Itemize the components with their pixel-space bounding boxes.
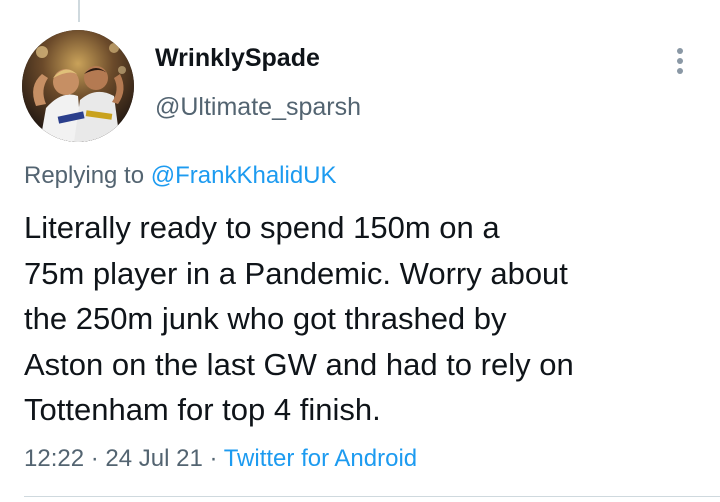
- tweet-source-link[interactable]: Twitter for Android: [224, 445, 417, 472]
- display-name[interactable]: WrinklySpade: [155, 44, 320, 73]
- replying-to-mention-link[interactable]: @FrankKhalidUK: [151, 162, 337, 189]
- meta-separator: ·: [90, 445, 99, 472]
- avatar-photo: [22, 30, 134, 142]
- more-vertical-icon: [677, 48, 683, 74]
- user-handle[interactable]: @Ultimate_sparsh: [155, 93, 361, 122]
- tweet-text-line: Literally ready to spend 150m on a: [24, 210, 500, 245]
- tweet-metadata: 12:22 · 24 Jul 21 · Twitter for Android: [24, 445, 417, 473]
- replying-to-label: Replying to: [24, 162, 145, 189]
- replying-to-line: Replying to @FrankKhalidUK: [24, 162, 337, 190]
- more-options-button[interactable]: [664, 44, 696, 78]
- avatar[interactable]: [22, 30, 134, 142]
- divider: [24, 496, 720, 497]
- tweet-text-line: 75m player in a Pandemic. Worry about: [24, 255, 568, 291]
- tweet-text-line: Tottenham for top 4 finish.: [24, 392, 381, 427]
- tweet-text-line: Aston on the last GW and had to rely on: [24, 346, 574, 382]
- tweet-time[interactable]: 12:22: [24, 445, 84, 472]
- thread-connector-line: [78, 0, 80, 22]
- tweet-date[interactable]: 24 Jul 21: [105, 445, 202, 472]
- tweet-text-line: the 250m junk who got thrashed by: [24, 301, 507, 336]
- tweet-text: Literally ready to spend 150m on a 75m p…: [24, 205, 704, 433]
- meta-separator: ·: [209, 445, 218, 472]
